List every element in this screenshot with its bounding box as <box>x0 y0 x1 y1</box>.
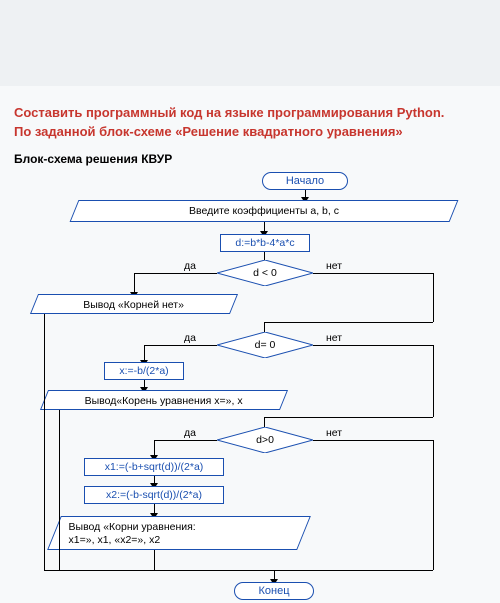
node-calc-d-label: d:=b*b-4*a*c <box>235 237 294 249</box>
node-noroots-label: Вывод «Корней нет» <box>43 299 225 311</box>
node-dec-zero: d= 0 <box>217 332 313 358</box>
node-two-roots: Вывод «Корни уравнения: x1=», x1, «x2=»,… <box>54 516 304 550</box>
node-dec-neg: d < 0 <box>217 260 313 286</box>
headline-line1: Составить программный код на языке прогр… <box>14 105 444 120</box>
node-end: Конец <box>234 582 314 600</box>
dec-zero-yes: да <box>184 332 196 344</box>
headline-line2: По заданной блок-схеме «Решение квадратн… <box>14 124 403 139</box>
dec-zero-no: нет <box>326 332 342 344</box>
node-input: Введите коэффициенты a, b, c <box>74 200 454 222</box>
node-calc-x1: x1:=(-b+sqrt(d))/(2*a) <box>84 458 224 476</box>
node-one-root-label: Вывод«Корень уравнения x=», x <box>53 395 275 407</box>
node-calc-d: d:=b*b-4*a*c <box>220 234 310 252</box>
node-input-label: Введите коэффициенты a, b, c <box>83 205 445 217</box>
node-start: Начало <box>262 172 348 190</box>
task-headline: Составить программный код на языке прогр… <box>14 104 486 142</box>
dec-pos-yes: да <box>184 427 196 439</box>
node-dec-pos: d>0 <box>217 427 313 453</box>
dec-zero-label: d= 0 <box>255 339 276 351</box>
dec-pos-no: нет <box>326 427 342 439</box>
node-start-label: Начало <box>286 175 324 187</box>
node-two-roots-l1: Вывод «Корни уравнения: <box>69 521 196 533</box>
node-noroots: Вывод «Корней нет» <box>34 294 234 314</box>
dec-pos-label: d>0 <box>256 434 274 446</box>
node-two-roots-l2: x1=», x1, «x2=», x2 <box>69 534 161 546</box>
node-calc-x1-label: x1:=(-b+sqrt(d))/(2*a) <box>105 461 204 473</box>
diagram-title: Блок-схема решения КВУР <box>14 152 486 166</box>
dec-neg-label: d < 0 <box>253 267 277 279</box>
header-band <box>0 0 500 86</box>
dec-neg-no: нет <box>326 260 342 272</box>
flowchart-canvas: Начало Введите коэффициенты a, b, c d:=b… <box>14 172 486 602</box>
dec-neg-yes: да <box>184 260 196 272</box>
node-calc-x2-label: x2:=(-b-sqrt(d))/(2*a) <box>106 489 202 501</box>
node-calc-x: x:=-b/(2*a) <box>104 362 184 380</box>
node-one-root: Вывод«Корень уравнения x=», x <box>44 390 284 410</box>
node-calc-x2: x2:=(-b-sqrt(d))/(2*a) <box>84 486 224 504</box>
node-calc-x-label: x:=-b/(2*a) <box>119 365 168 377</box>
node-end-label: Конец <box>258 585 289 597</box>
